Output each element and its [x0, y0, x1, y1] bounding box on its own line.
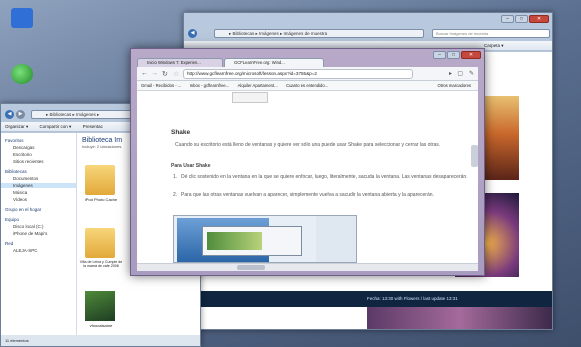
article-subheading: Para Usar Shake — [171, 163, 211, 169]
desktop-icon-globe[interactable] — [8, 64, 36, 84]
back-icon[interactable]: ◀ — [188, 29, 197, 38]
scrollbar-thumb[interactable] — [237, 265, 265, 270]
bookmark-cuanto[interactable]: Cuanto es entendido... — [286, 83, 328, 88]
maximize-button[interactable]: □ — [515, 15, 528, 23]
screenshot-illustration — [173, 215, 357, 263]
tab-label: GCFLearnFree.org: Wind... — [234, 60, 285, 65]
close-button[interactable]: ✕ — [529, 15, 549, 23]
page-icon[interactable]: ▢ — [457, 70, 463, 77]
step-text: Dé clic sostenido en la ventana en la qu… — [181, 174, 468, 180]
nav-item-music[interactable]: Música — [1, 190, 76, 195]
slideshow-button[interactable]: Presentac — [83, 124, 103, 129]
close-button[interactable]: ✕ — [461, 51, 481, 59]
article-intro: Cuando su escritorio está lleno de venta… — [175, 142, 441, 148]
search-input[interactable]: Buscar Imágenes de muestra — [432, 29, 550, 38]
wrench-icon[interactable]: ✎ — [469, 70, 474, 77]
bookmark-others[interactable]: Otros marcadores — [437, 81, 471, 90]
forward-icon[interactable]: → — [151, 70, 158, 77]
nav-item-recent[interactable]: Sitios recientes — [1, 159, 76, 164]
nav-favorites[interactable]: Favoritos — [1, 138, 76, 143]
illustration-photo — [207, 232, 262, 250]
page-menu-icon[interactable]: ▸ — [449, 70, 452, 77]
nav-item-aleja-pc[interactable]: ALEJA-SPC — [1, 248, 76, 253]
step-text: Para que las otras ventanas vuelvan a ap… — [181, 192, 434, 198]
nav-item-images[interactable]: Imágenes — [1, 183, 76, 188]
back-icon[interactable]: ◀ — [5, 110, 14, 119]
minimize-button[interactable]: – — [501, 15, 514, 23]
nav-item-downloads[interactable]: Descargas — [1, 145, 76, 150]
illustration-panel — [316, 216, 356, 262]
nav-computer[interactable]: Equipo — [1, 217, 76, 222]
bookmark-alquiler[interactable]: Alquiler Apartament... — [238, 83, 278, 88]
bookmark-inbox[interactable]: Inbox - gcflearnfree... — [190, 83, 230, 88]
computer-icon — [11, 8, 33, 28]
nav-item-iphone[interactable]: iPhone de Mapi's — [1, 231, 76, 236]
file-label: Villa de Leiva y Cumple de la mamá de ca… — [79, 260, 123, 269]
star-icon[interactable]: ☆ — [173, 70, 179, 78]
photo-strip — [367, 307, 552, 329]
organize-button[interactable]: Organizar ▾ — [5, 124, 28, 129]
back-icon[interactable]: ← — [141, 70, 148, 77]
folder-icon[interactable] — [85, 165, 115, 195]
step-number: 1. — [173, 174, 178, 180]
nav-item-local-disk[interactable]: Disco local (C:) — [1, 224, 76, 229]
maximize-button[interactable]: □ — [447, 51, 460, 59]
navigation-pane: Favoritos Descargas Escritorio Sitios re… — [1, 133, 77, 346]
globe-icon — [11, 64, 33, 84]
tab-gcflearnfree[interactable]: GCFLearnFree.org: Wind... — [224, 58, 324, 67]
status-bar: Fecha: 13:30 with Flowers / last update … — [184, 291, 552, 307]
url-bar[interactable]: http://www.gcflearnfree.org/microsoft/le… — [183, 69, 413, 79]
folder-icon[interactable] — [85, 228, 115, 258]
share-button[interactable]: Compartir con ▾ — [40, 124, 72, 129]
sort-button[interactable]: Carpeta ▾ — [484, 43, 504, 48]
bookmarks-bar: Gmail - Recibidos - ... Inbox - gcflearn… — [137, 81, 478, 91]
step-1: 1. Dé clic sostenido en la ventana en la… — [173, 174, 478, 180]
desktop-icon-computer[interactable] — [8, 8, 36, 28]
browser-window[interactable]: – □ ✕ Inicio Windows 7: Experien... GCFL… — [130, 48, 485, 276]
bookmark-gmail[interactable]: Gmail - Recibidos - ... — [141, 83, 181, 88]
step-2: 2. Para que las otras ventanas vuelvan a… — [173, 192, 478, 198]
tab-label: Inicio Windows 7: Experien... — [147, 60, 201, 65]
nav-item-videos[interactable]: Vídeos — [1, 197, 76, 202]
vertical-scrollbar[interactable] — [471, 145, 478, 167]
horizontal-scrollbar[interactable] — [137, 263, 478, 271]
window-controls: – □ ✕ — [501, 15, 549, 23]
nav-network[interactable]: Red — [1, 241, 76, 246]
window-controls: – □ ✕ — [433, 51, 481, 59]
nav-item-documents[interactable]: Documentos — [1, 176, 76, 181]
nav-item-desktop[interactable]: Escritorio — [1, 152, 76, 157]
browser-toolbar: ← → ↻ ☆ http://www.gcflearnfree.org/micr… — [137, 67, 478, 81]
nav-libraries[interactable]: Bibliotecas — [1, 169, 76, 174]
dropdown-box[interactable] — [232, 92, 268, 103]
address-bar[interactable]: ▸ Bibliotecas ▸ Imágenes ▸ Imágenes de m… — [214, 29, 424, 38]
file-label: iPod Photo Cache — [84, 197, 118, 202]
page-content: Shake Cuando su escritorio está lleno de… — [137, 91, 478, 263]
tab-inicio[interactable]: Inicio Windows 7: Experien... — [137, 58, 223, 67]
status-bar: 11 elementos — [1, 335, 200, 346]
reload-icon[interactable]: ↻ — [162, 70, 168, 78]
article-heading: Shake — [171, 129, 191, 136]
forward-icon[interactable]: ▶ — [16, 110, 25, 119]
nav-homegroup[interactable]: Grupo en el hogar — [1, 207, 76, 212]
minimize-button[interactable]: – — [433, 51, 446, 59]
step-number: 2. — [173, 192, 178, 198]
photo-thumbnail[interactable] — [85, 291, 115, 321]
file-label: vfoocatsame — [89, 323, 113, 328]
